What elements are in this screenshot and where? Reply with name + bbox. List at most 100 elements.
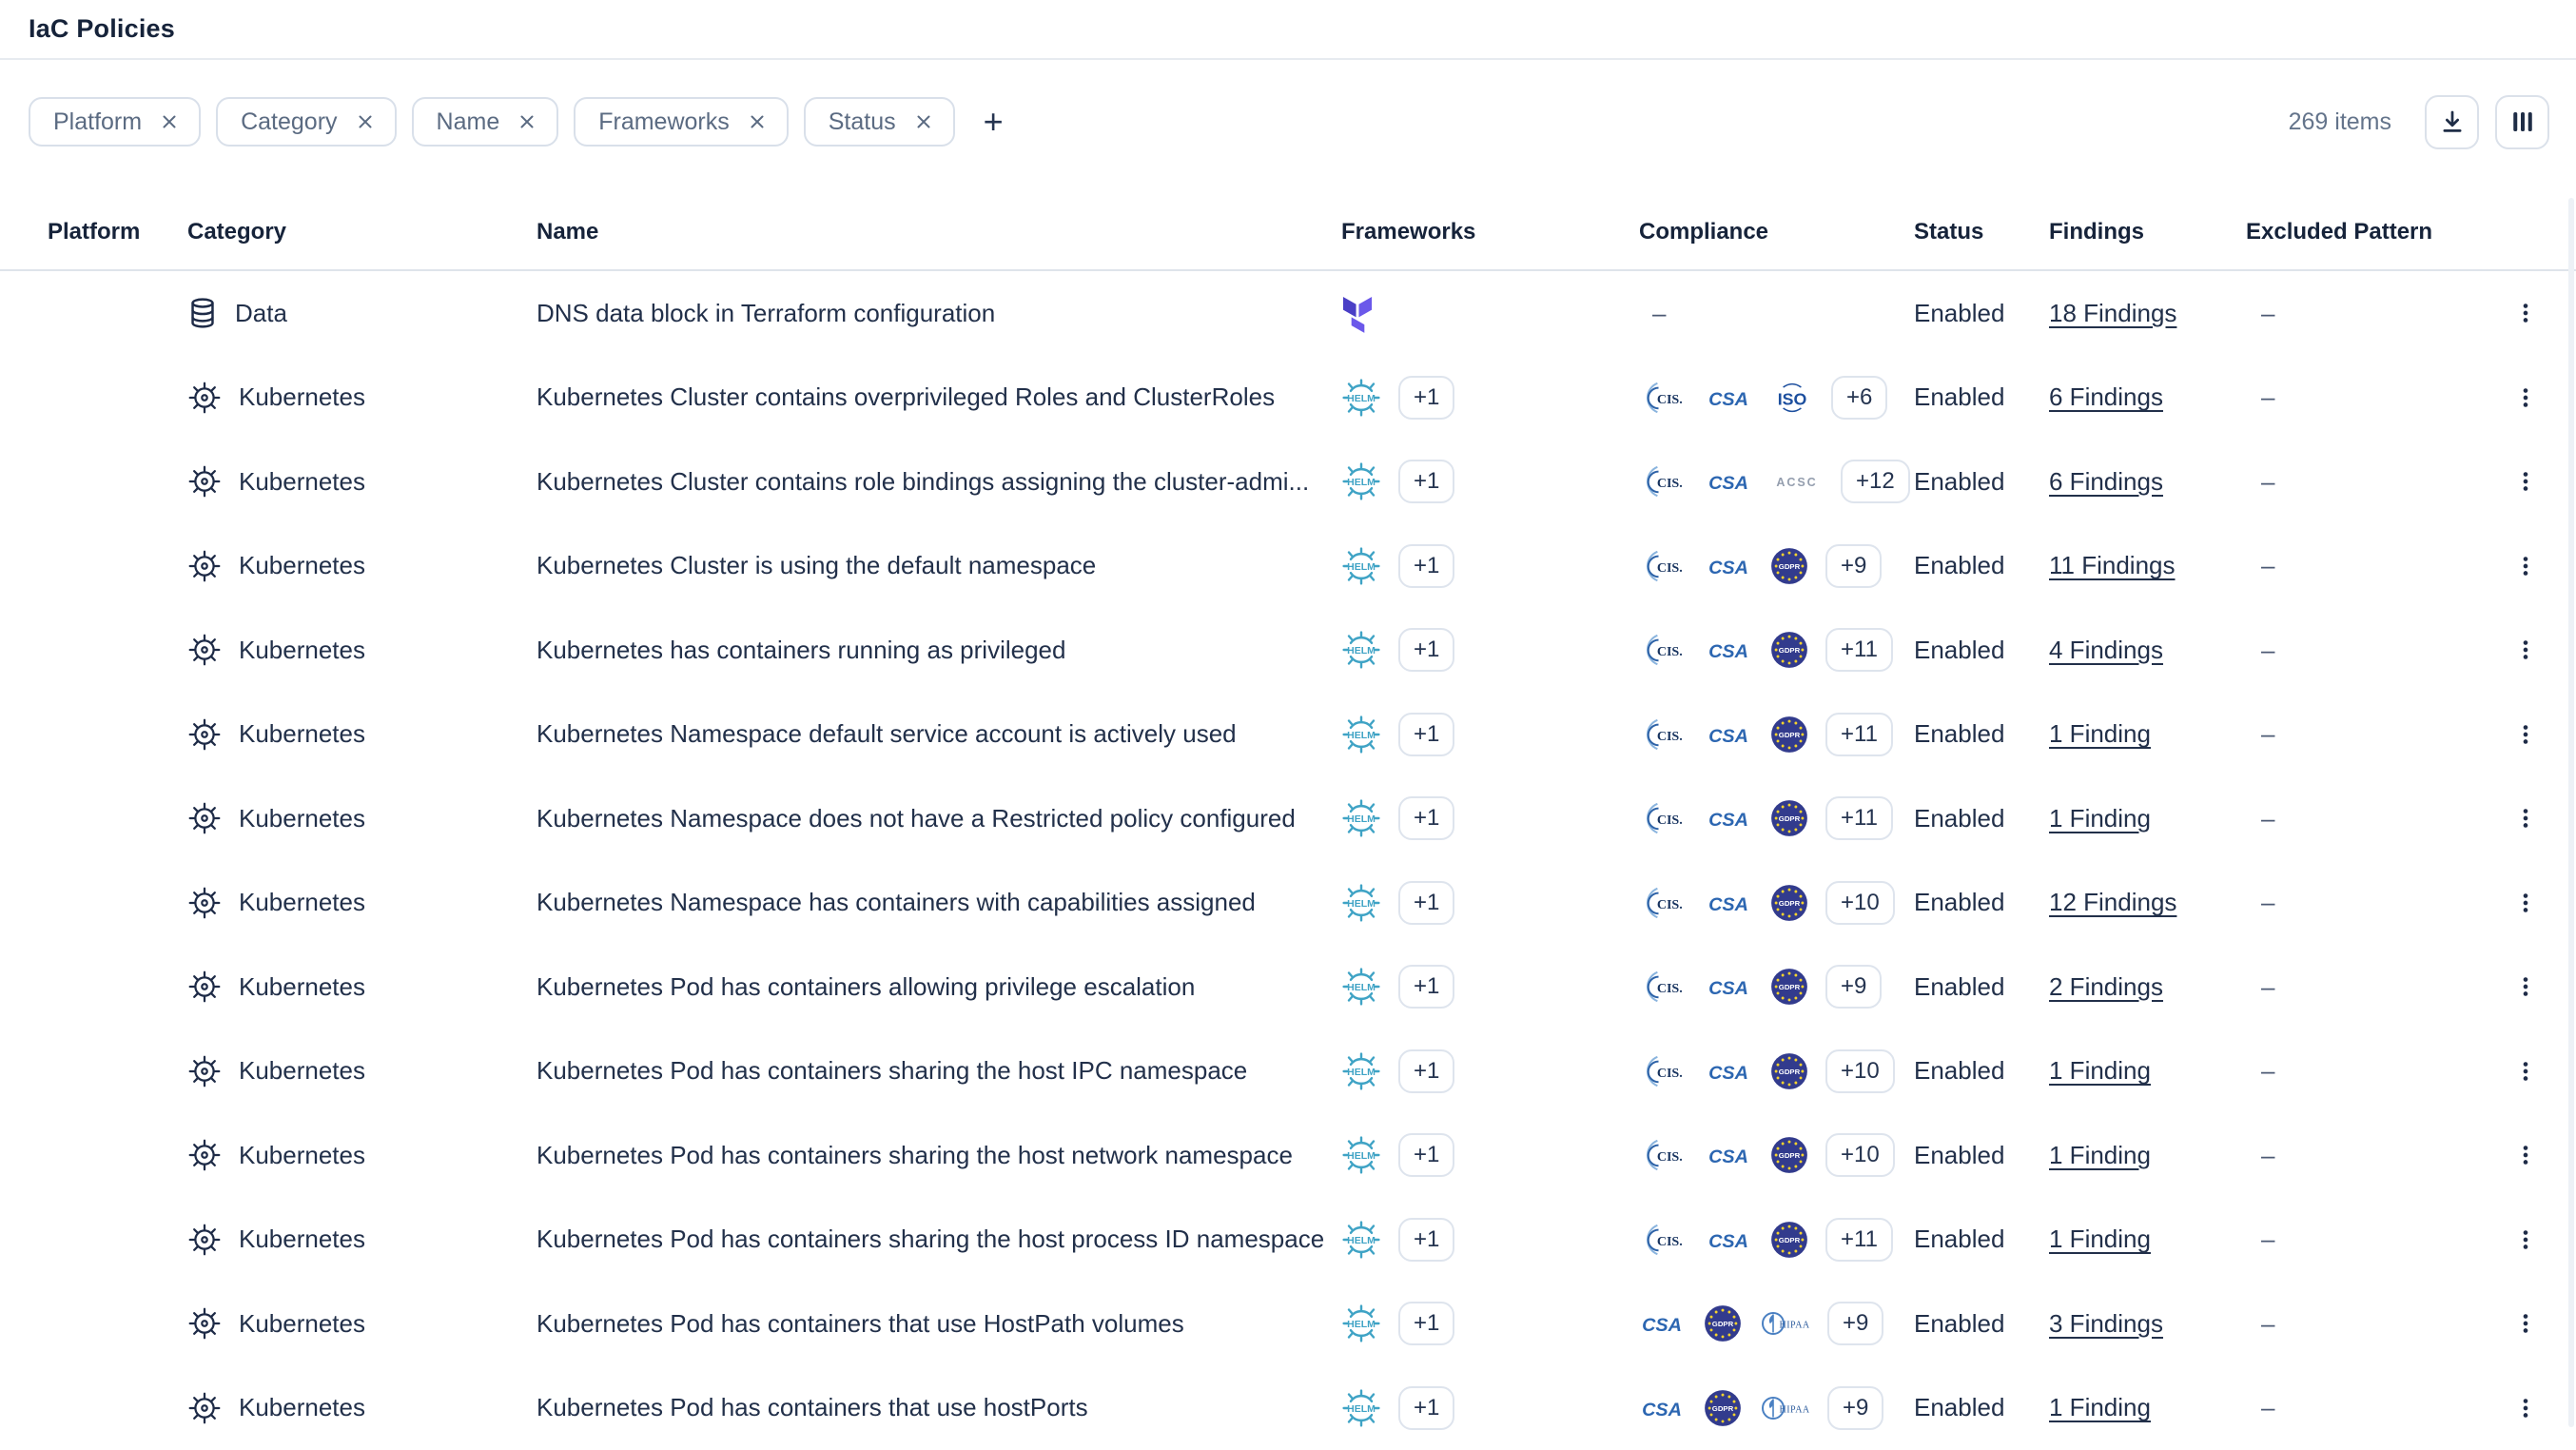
cis-icon: CIS. [1639, 1054, 1687, 1088]
frameworks-cell: HELM +1 [1341, 881, 1639, 925]
csa-icon: CSA [1639, 1393, 1685, 1423]
frameworks-more-badge[interactable]: +1 [1398, 796, 1454, 840]
frameworks-more-badge[interactable]: +1 [1398, 1133, 1454, 1177]
frameworks-cell: HELM +1 [1341, 544, 1639, 588]
actions-cell [2502, 1389, 2549, 1427]
frameworks-more-badge[interactable]: +1 [1398, 881, 1454, 925]
compliance-more-badge[interactable]: +9 [1827, 1386, 1883, 1430]
frameworks-more-badge[interactable]: +1 [1398, 713, 1454, 756]
filter-chip[interactable]: Status [804, 97, 955, 147]
row-menu-button[interactable] [2507, 294, 2545, 332]
findings-link[interactable]: 6 Findings [2049, 382, 2163, 412]
category-label: Kubernetes [239, 1393, 365, 1422]
row-menu-button[interactable] [2507, 462, 2545, 500]
compliance-more-badge[interactable]: +10 [1825, 881, 1895, 925]
row-menu-button[interactable] [2507, 1221, 2545, 1259]
compliance-more-badge[interactable]: +10 [1825, 1049, 1895, 1093]
findings-link[interactable]: 1 Finding [2049, 1141, 2151, 1170]
frameworks-more-badge[interactable]: +1 [1398, 1218, 1454, 1262]
findings-link[interactable]: 12 Findings [2049, 888, 2176, 917]
filter-chip[interactable]: Category [216, 97, 396, 147]
compliance-more-badge[interactable]: +11 [1825, 1218, 1893, 1262]
csa-icon: CSA [1706, 803, 1751, 833]
row-menu-button[interactable] [2507, 379, 2545, 417]
findings-link[interactable]: 3 Findings [2049, 1309, 2163, 1339]
close-icon[interactable] [355, 111, 376, 132]
columns-button[interactable] [2495, 95, 2549, 149]
findings-link[interactable]: 2 Findings [2049, 972, 2163, 1002]
table-row[interactable]: Kubernetes Kubernetes Namespace has cont… [0, 861, 2576, 946]
frameworks-more-badge[interactable]: +1 [1398, 1049, 1454, 1093]
table-row[interactable]: Kubernetes Kubernetes Pod has containers… [0, 1282, 2576, 1366]
row-menu-button[interactable] [2507, 715, 2545, 754]
table-body: Data DNS data block in Terraform configu… [0, 271, 2576, 1450]
table-row[interactable]: Kubernetes Kubernetes Cluster is using t… [0, 524, 2576, 609]
table-row[interactable]: Kubernetes Kubernetes Pod has containers… [0, 1113, 2576, 1198]
row-menu-button[interactable] [2507, 547, 2545, 585]
findings-cell: 1 Finding [2049, 719, 2246, 749]
frameworks-more-badge[interactable]: +1 [1398, 1386, 1454, 1430]
table-row[interactable]: Kubernetes Kubernetes Pod has containers… [0, 1029, 2576, 1114]
findings-link[interactable]: 1 Finding [2049, 719, 2151, 749]
compliance-more-badge[interactable]: +9 [1825, 544, 1882, 588]
row-menu-button[interactable] [2507, 799, 2545, 837]
svg-text:HELM: HELM [1347, 813, 1376, 825]
status-cell: Enabled [1914, 888, 2049, 917]
findings-link[interactable]: 1 Finding [2049, 1393, 2151, 1422]
row-menu-button[interactable] [2507, 1136, 2545, 1174]
close-icon[interactable] [159, 111, 180, 132]
row-menu-button[interactable] [2507, 968, 2545, 1006]
frameworks-more-badge[interactable]: +1 [1398, 1302, 1454, 1345]
frameworks-more-badge[interactable]: +1 [1398, 376, 1454, 420]
frameworks-more-badge[interactable]: +1 [1398, 460, 1454, 503]
findings-link[interactable]: 6 Findings [2049, 467, 2163, 497]
compliance-more-badge[interactable]: +9 [1827, 1302, 1883, 1345]
vertical-scrollbar[interactable] [2568, 198, 2574, 1427]
row-menu-button[interactable] [2507, 1389, 2545, 1427]
compliance-more-badge[interactable]: +11 [1825, 713, 1893, 756]
table-row[interactable]: Kubernetes Kubernetes has containers run… [0, 608, 2576, 693]
compliance-more-badge[interactable]: +12 [1841, 460, 1910, 503]
row-menu-button[interactable] [2507, 1052, 2545, 1090]
close-icon[interactable] [517, 111, 537, 132]
kebab-icon [2512, 1142, 2539, 1168]
filter-chip[interactable]: Platform [29, 97, 201, 147]
filter-chip[interactable]: Frameworks [574, 97, 789, 147]
compliance-more-badge[interactable]: +11 [1825, 796, 1893, 840]
table-row[interactable]: Kubernetes Kubernetes Pod has containers… [0, 1366, 2576, 1450]
compliance-more-badge[interactable]: +11 [1825, 628, 1893, 672]
frameworks-more-badge[interactable]: +1 [1398, 544, 1454, 588]
table-row[interactable]: Kubernetes Kubernetes Pod has containers… [0, 945, 2576, 1029]
row-menu-button[interactable] [2507, 884, 2545, 922]
compliance-more-badge[interactable]: +9 [1825, 965, 1882, 1009]
table-row[interactable]: Kubernetes Kubernetes Cluster contains r… [0, 440, 2576, 524]
findings-link[interactable]: 1 Finding [2049, 804, 2151, 833]
frameworks-more-badge[interactable]: +1 [1398, 628, 1454, 672]
table-row[interactable]: Data DNS data block in Terraform configu… [0, 271, 2576, 356]
findings-link[interactable]: 11 Findings [2049, 551, 2176, 580]
add-filter-button[interactable]: + [978, 105, 1009, 139]
findings-link[interactable]: 1 Finding [2049, 1056, 2151, 1086]
svg-text:GDPR: GDPR [1779, 983, 1801, 991]
compliance-more-badge[interactable]: +10 [1825, 1133, 1895, 1177]
row-menu-button[interactable] [2507, 1304, 2545, 1342]
cis-icon: CIS. [1639, 1138, 1687, 1172]
filter-chip[interactable]: Name [412, 97, 559, 147]
findings-link[interactable]: 18 Findings [2049, 299, 2176, 328]
frameworks-more-badge[interactable]: +1 [1398, 965, 1454, 1009]
close-icon[interactable] [747, 111, 768, 132]
table-row[interactable]: Kubernetes Kubernetes Namespace default … [0, 693, 2576, 777]
row-menu-button[interactable] [2507, 631, 2545, 669]
svg-text:GDPR: GDPR [1779, 731, 1801, 739]
findings-link[interactable]: 1 Finding [2049, 1225, 2151, 1254]
table-row[interactable]: Kubernetes Kubernetes Pod has containers… [0, 1198, 2576, 1283]
terraform-icon [1341, 294, 1375, 333]
compliance-more-badge[interactable]: +6 [1831, 376, 1887, 420]
table-row[interactable]: Kubernetes Kubernetes Cluster contains o… [0, 356, 2576, 441]
table-row[interactable]: Kubernetes Kubernetes Namespace does not… [0, 776, 2576, 861]
findings-link[interactable]: 4 Findings [2049, 636, 2163, 665]
cis-icon: CIS. [1639, 717, 1687, 752]
cis-icon: CIS. [1639, 633, 1687, 667]
close-icon[interactable] [913, 111, 934, 132]
download-button[interactable] [2425, 95, 2479, 149]
